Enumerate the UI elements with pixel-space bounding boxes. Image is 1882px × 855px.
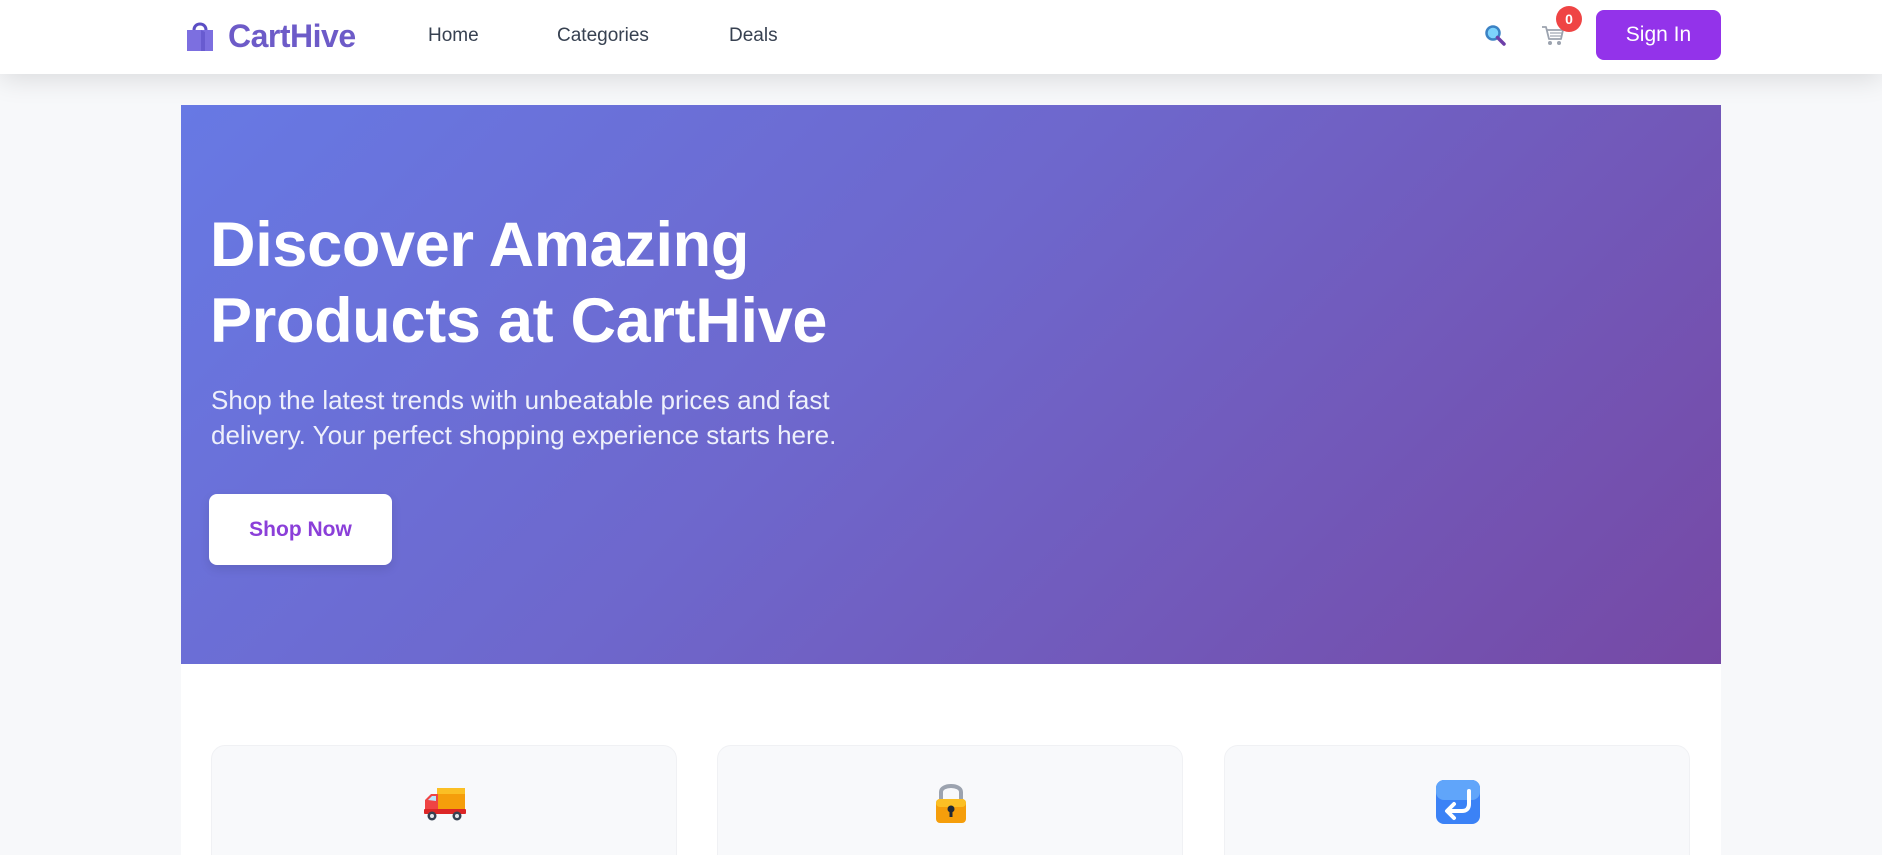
features-section	[181, 664, 1721, 855]
feature-card-security	[717, 745, 1183, 855]
brand-logo[interactable]: CartHive	[184, 16, 356, 56]
sign-in-button[interactable]: Sign In	[1596, 10, 1721, 60]
feature-card-returns	[1224, 745, 1690, 855]
top-navbar: CartHive Home Categories Deals 0 Sign In	[0, 0, 1882, 74]
shopping-bag-icon	[187, 22, 213, 51]
cart-count-badge: 0	[1556, 6, 1582, 32]
shop-now-button[interactable]: Shop Now	[209, 494, 392, 565]
feature-card-delivery	[211, 745, 677, 855]
delivery-truck-icon	[424, 788, 466, 821]
search-icon	[1485, 25, 1506, 46]
nav-link-categories[interactable]: Categories	[557, 24, 649, 48]
hero-banner: Discover Amazing Products at CartHive Sh…	[181, 105, 1721, 664]
brand-name: CartHive	[228, 17, 356, 54]
hero-title: Discover Amazing Products at CartHive	[210, 207, 970, 359]
nav-link-home[interactable]: Home	[428, 24, 479, 48]
search-button[interactable]	[1480, 20, 1510, 50]
hero-subtitle: Shop the latest trends with unbeatable p…	[211, 385, 837, 450]
lock-icon	[936, 784, 966, 823]
hero-title-line-2: Products at CartHive	[210, 286, 828, 356]
return-arrow-icon	[1436, 780, 1480, 824]
nav-link-deals[interactable]: Deals	[729, 24, 778, 48]
hero-title-line-1: Discover Amazing	[210, 210, 750, 280]
